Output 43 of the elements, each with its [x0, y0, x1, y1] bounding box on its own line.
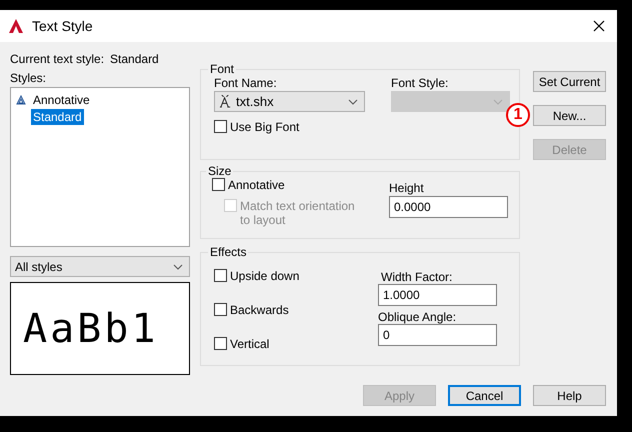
- chevron-icon: [493, 98, 503, 104]
- preview-text: AaBb1: [22, 306, 158, 352]
- checkbox[interactable]: [214, 303, 227, 316]
- checkbox[interactable]: [212, 178, 225, 191]
- chevron-icon: [173, 264, 183, 270]
- checkbox-label: Match text orientation to layout: [240, 199, 356, 227]
- font-name-label: Font Name:: [214, 76, 278, 91]
- font-type-icon: [219, 95, 232, 108]
- checkbox-label: Backwards: [230, 303, 289, 317]
- width-factor-field[interactable]: 1.0000: [378, 284, 497, 306]
- oblique-angle-label: Oblique Angle:: [378, 310, 458, 324]
- dialog-button[interactable]: Cancel: [448, 385, 521, 406]
- style-filter-dropdown[interactable]: All styles: [10, 256, 190, 277]
- current-style-label: Current text style:: [10, 52, 104, 68]
- style-item[interactable]: Standard: [31, 108, 84, 124]
- checkbox[interactable]: [214, 269, 227, 282]
- group-title: Effects: [209, 245, 248, 259]
- height-label: Height: [389, 181, 425, 196]
- group-title: Font: [209, 62, 236, 76]
- checkbox-label: Upside down: [230, 269, 300, 283]
- font-name-dropdown[interactable]: txt.shx: [214, 91, 365, 112]
- side-button[interactable]: New...: [533, 105, 606, 126]
- style-item[interactable]: Annotative: [31, 92, 92, 108]
- height-field[interactable]: 0.0000: [389, 196, 508, 218]
- annotative-icon: [16, 94, 26, 104]
- dialog-button[interactable]: Help: [533, 385, 606, 406]
- group-title: Size: [207, 164, 232, 178]
- annotation-number-badge: 1: [506, 103, 530, 127]
- styles-label: Styles:: [10, 71, 48, 87]
- chevron-icon: [348, 98, 358, 104]
- side-button[interactable]: Set Current: [533, 71, 606, 92]
- checkbox-label: Annotative: [228, 178, 285, 192]
- oblique-angle-field[interactable]: 0: [378, 324, 497, 346]
- current-style-value: Standard: [110, 52, 159, 68]
- app-logo-icon: [8, 18, 24, 34]
- width-factor-label: Width Factor:: [381, 270, 454, 284]
- font-style-label: Font Style:: [391, 76, 450, 91]
- window-title: Text Style: [32, 18, 94, 34]
- checkbox-label: Use Big Font: [230, 120, 300, 134]
- close-icon[interactable]: [593, 20, 605, 32]
- checkbox[interactable]: [214, 120, 227, 133]
- checkbox-label: Vertical: [230, 337, 270, 351]
- checkbox[interactable]: [214, 337, 227, 350]
